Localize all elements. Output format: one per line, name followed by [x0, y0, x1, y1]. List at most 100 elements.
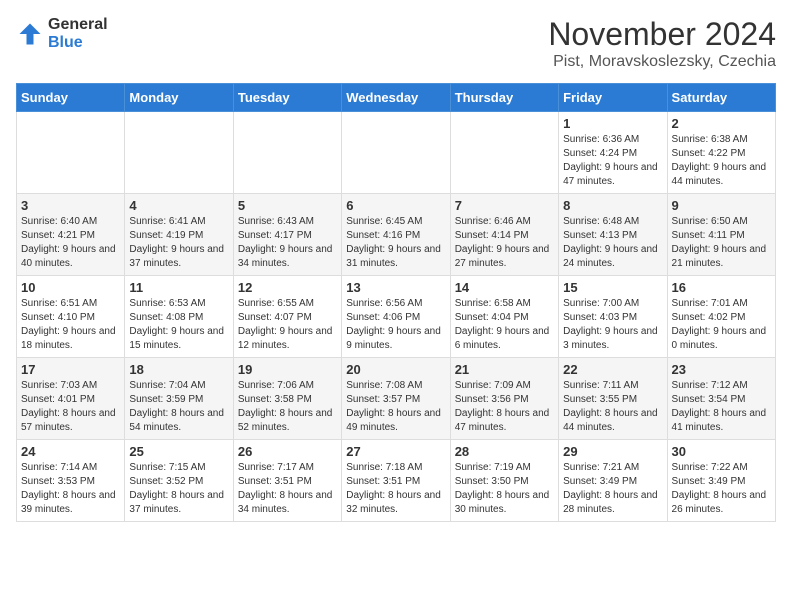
day-cell: 7 Sunrise: 6:46 AM Sunset: 4:14 PM Daylig…	[450, 194, 558, 276]
day-number: 2	[672, 116, 771, 131]
col-thursday: Thursday	[450, 84, 558, 112]
day-cell: 13 Sunrise: 6:56 AM Sunset: 4:06 PM Dayli…	[342, 276, 450, 358]
day-cell: 17 Sunrise: 7:03 AM Sunset: 4:01 PM Dayli…	[17, 358, 125, 440]
col-sunday: Sunday	[17, 84, 125, 112]
calendar-header: Sunday Monday Tuesday Wednesday Thursday…	[17, 84, 776, 112]
day-info: Sunrise: 6:53 AM Sunset: 4:08 PM Dayligh…	[129, 297, 228, 353]
title-area: November 2024 Pist, Moravskoslezsky, Cze…	[548, 16, 776, 71]
day-cell	[125, 112, 233, 194]
day-cell: 12Sunrise: 6:55 AM Sunset: 4:07 PM Dayli…	[233, 276, 341, 358]
day-number: 3	[21, 198, 120, 213]
day-info: Sunrise: 6:55 AM Sunset: 4:07 PM Dayligh…	[238, 297, 337, 353]
day-number: 25	[129, 444, 228, 459]
day-number: 21	[455, 362, 554, 377]
day-cell: 20 Sunrise: 7:08 AM Sunset: 3:57 PM Dayli…	[342, 358, 450, 440]
day-number: 17	[21, 362, 120, 377]
day-info: Sunrise: 6:41 AM Sunset: 4:19 PM Dayligh…	[129, 215, 228, 271]
day-number: 22	[563, 362, 662, 377]
day-cell: 24Sunrise: 7:14 AM Sunset: 3:53 PM Dayli…	[17, 440, 125, 522]
day-cell: 9 Sunrise: 6:50 AM Sunset: 4:11 PM Daylig…	[667, 194, 775, 276]
col-tuesday: Tuesday	[233, 84, 341, 112]
day-cell: 5 Sunrise: 6:43 AM Sunset: 4:17 PM Daylig…	[233, 194, 341, 276]
day-info: Sunrise: 6:51 AM Sunset: 4:10 PM Dayligh…	[21, 297, 120, 353]
day-info: Sunrise: 7:19 AM Sunset: 3:50 PM Dayligh…	[455, 461, 554, 517]
day-info: Sunrise: 7:00 AM Sunset: 4:03 PM Dayligh…	[563, 297, 662, 353]
day-number: 23	[672, 362, 771, 377]
day-number: 9	[672, 198, 771, 213]
month-title: November 2024	[548, 16, 776, 53]
day-cell: 8 Sunrise: 6:48 AM Sunset: 4:13 PM Daylig…	[559, 194, 667, 276]
calendar-table: Sunday Monday Tuesday Wednesday Thursday…	[16, 83, 776, 522]
day-cell: 1 Sunrise: 6:36 AM Sunset: 4:24 PM Daylig…	[559, 112, 667, 194]
day-cell: 3Sunrise: 6:40 AM Sunset: 4:21 PM Daylig…	[17, 194, 125, 276]
day-number: 7	[455, 198, 554, 213]
day-info: Sunrise: 6:50 AM Sunset: 4:11 PM Dayligh…	[672, 215, 771, 271]
day-info: Sunrise: 6:43 AM Sunset: 4:17 PM Dayligh…	[238, 215, 337, 271]
day-info: Sunrise: 7:06 AM Sunset: 3:58 PM Dayligh…	[238, 379, 337, 435]
day-number: 8	[563, 198, 662, 213]
day-number: 28	[455, 444, 554, 459]
day-cell: 4 Sunrise: 6:41 AM Sunset: 4:19 PM Daylig…	[125, 194, 233, 276]
day-cell: 19 Sunrise: 7:06 AM Sunset: 3:58 PM Dayli…	[233, 358, 341, 440]
day-cell: 30Sunrise: 7:22 AM Sunset: 3:49 PM Dayli…	[667, 440, 775, 522]
logo-text: General Blue	[48, 16, 108, 51]
day-number: 27	[346, 444, 445, 459]
day-info: Sunrise: 7:22 AM Sunset: 3:49 PM Dayligh…	[672, 461, 771, 517]
day-cell: 23 Sunrise: 7:12 AM Sunset: 3:54 PM Dayli…	[667, 358, 775, 440]
day-cell: 26 Sunrise: 7:17 AM Sunset: 3:51 PM Dayli…	[233, 440, 341, 522]
week-row-2: 3Sunrise: 6:40 AM Sunset: 4:21 PM Daylig…	[17, 194, 776, 276]
day-number: 24	[21, 444, 120, 459]
day-cell: 2 Sunrise: 6:38 AM Sunset: 4:22 PM Daylig…	[667, 112, 775, 194]
day-info: Sunrise: 6:48 AM Sunset: 4:13 PM Dayligh…	[563, 215, 662, 271]
logo: General Blue	[16, 16, 108, 51]
day-number: 4	[129, 198, 228, 213]
week-row-5: 24Sunrise: 7:14 AM Sunset: 3:53 PM Dayli…	[17, 440, 776, 522]
day-number: 20	[346, 362, 445, 377]
day-number: 18	[129, 362, 228, 377]
calendar-body: 1 Sunrise: 6:36 AM Sunset: 4:24 PM Daylig…	[17, 112, 776, 522]
day-cell: 16Sunrise: 7:01 AM Sunset: 4:02 PM Dayli…	[667, 276, 775, 358]
day-cell: 18Sunrise: 7:04 AM Sunset: 3:59 PM Dayli…	[125, 358, 233, 440]
day-info: Sunrise: 7:18 AM Sunset: 3:51 PM Dayligh…	[346, 461, 445, 517]
col-saturday: Saturday	[667, 84, 775, 112]
day-info: Sunrise: 6:36 AM Sunset: 4:24 PM Dayligh…	[563, 133, 662, 189]
day-info: Sunrise: 7:17 AM Sunset: 3:51 PM Dayligh…	[238, 461, 337, 517]
day-number: 1	[563, 116, 662, 131]
day-info: Sunrise: 7:03 AM Sunset: 4:01 PM Dayligh…	[21, 379, 120, 435]
day-cell: 25Sunrise: 7:15 AM Sunset: 3:52 PM Dayli…	[125, 440, 233, 522]
day-number: 6	[346, 198, 445, 213]
header: General Blue November 2024 Pist, Moravsk…	[16, 16, 776, 71]
day-number: 19	[238, 362, 337, 377]
day-cell: 28 Sunrise: 7:19 AM Sunset: 3:50 PM Dayli…	[450, 440, 558, 522]
day-info: Sunrise: 6:56 AM Sunset: 4:06 PM Dayligh…	[346, 297, 445, 353]
day-cell: 10 Sunrise: 6:51 AM Sunset: 4:10 PM Dayli…	[17, 276, 125, 358]
day-number: 14	[455, 280, 554, 295]
day-number: 26	[238, 444, 337, 459]
location-title: Pist, Moravskoslezsky, Czechia	[548, 53, 776, 71]
day-cell	[450, 112, 558, 194]
day-number: 13	[346, 280, 445, 295]
week-row-1: 1 Sunrise: 6:36 AM Sunset: 4:24 PM Daylig…	[17, 112, 776, 194]
day-cell: 29 Sunrise: 7:21 AM Sunset: 3:49 PM Dayli…	[559, 440, 667, 522]
day-info: Sunrise: 6:38 AM Sunset: 4:22 PM Dayligh…	[672, 133, 771, 189]
day-info: Sunrise: 7:21 AM Sunset: 3:49 PM Dayligh…	[563, 461, 662, 517]
day-info: Sunrise: 6:46 AM Sunset: 4:14 PM Dayligh…	[455, 215, 554, 271]
col-friday: Friday	[559, 84, 667, 112]
day-info: Sunrise: 7:08 AM Sunset: 3:57 PM Dayligh…	[346, 379, 445, 435]
day-number: 5	[238, 198, 337, 213]
day-info: Sunrise: 6:58 AM Sunset: 4:04 PM Dayligh…	[455, 297, 554, 353]
day-info: Sunrise: 7:01 AM Sunset: 4:02 PM Dayligh…	[672, 297, 771, 353]
header-row: Sunday Monday Tuesday Wednesday Thursday…	[17, 84, 776, 112]
day-cell: 22Sunrise: 7:11 AM Sunset: 3:55 PM Dayli…	[559, 358, 667, 440]
day-info: Sunrise: 7:12 AM Sunset: 3:54 PM Dayligh…	[672, 379, 771, 435]
day-info: Sunrise: 6:45 AM Sunset: 4:16 PM Dayligh…	[346, 215, 445, 271]
day-number: 10	[21, 280, 120, 295]
day-number: 29	[563, 444, 662, 459]
day-cell	[17, 112, 125, 194]
week-row-4: 17 Sunrise: 7:03 AM Sunset: 4:01 PM Dayli…	[17, 358, 776, 440]
day-cell	[342, 112, 450, 194]
day-number: 15	[563, 280, 662, 295]
day-cell	[233, 112, 341, 194]
day-info: Sunrise: 7:09 AM Sunset: 3:56 PM Dayligh…	[455, 379, 554, 435]
col-wednesday: Wednesday	[342, 84, 450, 112]
